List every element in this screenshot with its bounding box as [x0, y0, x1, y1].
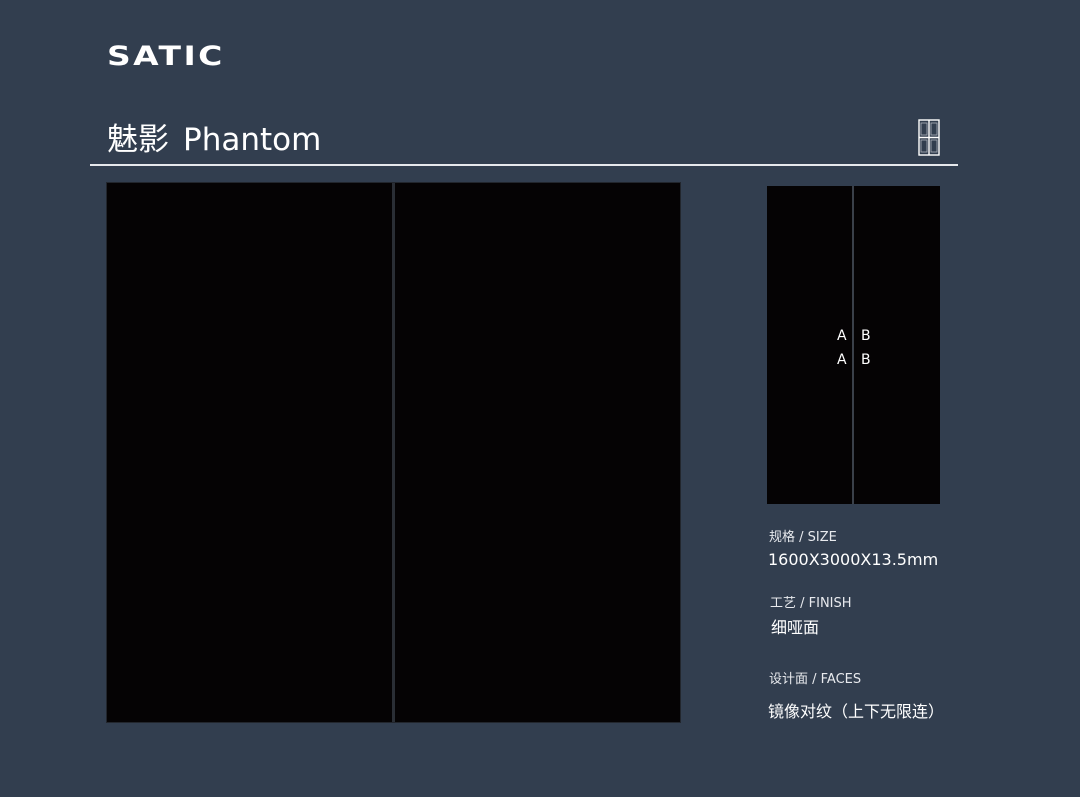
- tile-layout-diagram: A B A B: [767, 186, 940, 504]
- tile-layout-icon: [918, 119, 940, 156]
- layout-mark-a-bottom: A: [837, 352, 847, 368]
- header-divider: [90, 164, 958, 166]
- product-title-en: Phantom: [183, 122, 322, 158]
- finish-label: 工艺 / FINISH: [770, 596, 852, 611]
- size-label: 规格 / SIZE: [769, 530, 837, 545]
- layout-mark-b-top: B: [861, 328, 871, 344]
- faces-value: 镜像对纹（上下无限连）: [768, 702, 945, 721]
- tile-slab-a: [107, 183, 392, 722]
- product-title: 魅影 Phantom: [107, 118, 321, 162]
- finish-value: 细哑面: [771, 618, 820, 637]
- product-title-zh: 魅影: [107, 122, 169, 158]
- size-value: 1600X3000X13.5mm: [768, 550, 939, 569]
- tile-preview-large: [107, 183, 680, 722]
- tile-layout-seam: [852, 186, 854, 504]
- layout-mark-b-bottom: B: [861, 352, 871, 368]
- tile-slab-b: [395, 183, 680, 722]
- faces-label: 设计面 / FACES: [769, 672, 862, 687]
- layout-mark-a-top: A: [837, 328, 847, 344]
- brand-logo: SATIC: [107, 41, 225, 72]
